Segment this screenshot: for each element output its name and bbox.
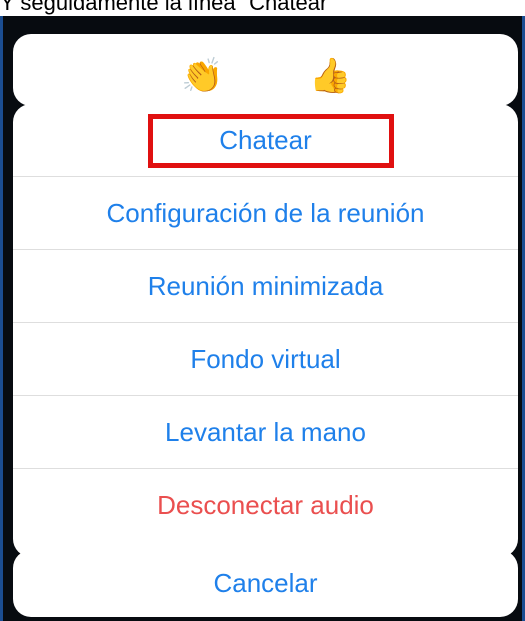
menu-item-desconectar-audio[interactable]: Desconectar audio: [13, 469, 518, 542]
menu-item-fondo-virtual[interactable]: Fondo virtual: [13, 323, 518, 396]
action-menu-card: Chatear Configuración de la reunión Reun…: [13, 104, 518, 557]
action-sheet-backdrop: 👏 👍 Chatear Configuración de la reunión …: [0, 16, 525, 621]
cancel-button[interactable]: Cancelar: [13, 550, 518, 617]
reactions-card: 👏 👍: [13, 34, 518, 106]
menu-item-reunion-minimizada[interactable]: Reunión minimizada: [13, 250, 518, 323]
menu-item-chatear[interactable]: Chatear: [13, 104, 518, 177]
menu-item-levantar-mano[interactable]: Levantar la mano: [13, 396, 518, 469]
clap-reaction-icon[interactable]: 👏: [181, 56, 223, 96]
menu-item-configuracion-reunion[interactable]: Configuración de la reunión: [13, 177, 518, 250]
cancel-card: Cancelar: [13, 550, 518, 617]
instruction-caption: Y seguidamente la línea “Chatear”: [0, 0, 335, 15]
screenshot-canvas: Y seguidamente la línea “Chatear” 👏 👍 Ch…: [0, 0, 525, 621]
thumbs-up-reaction-icon[interactable]: 👍: [309, 56, 351, 96]
